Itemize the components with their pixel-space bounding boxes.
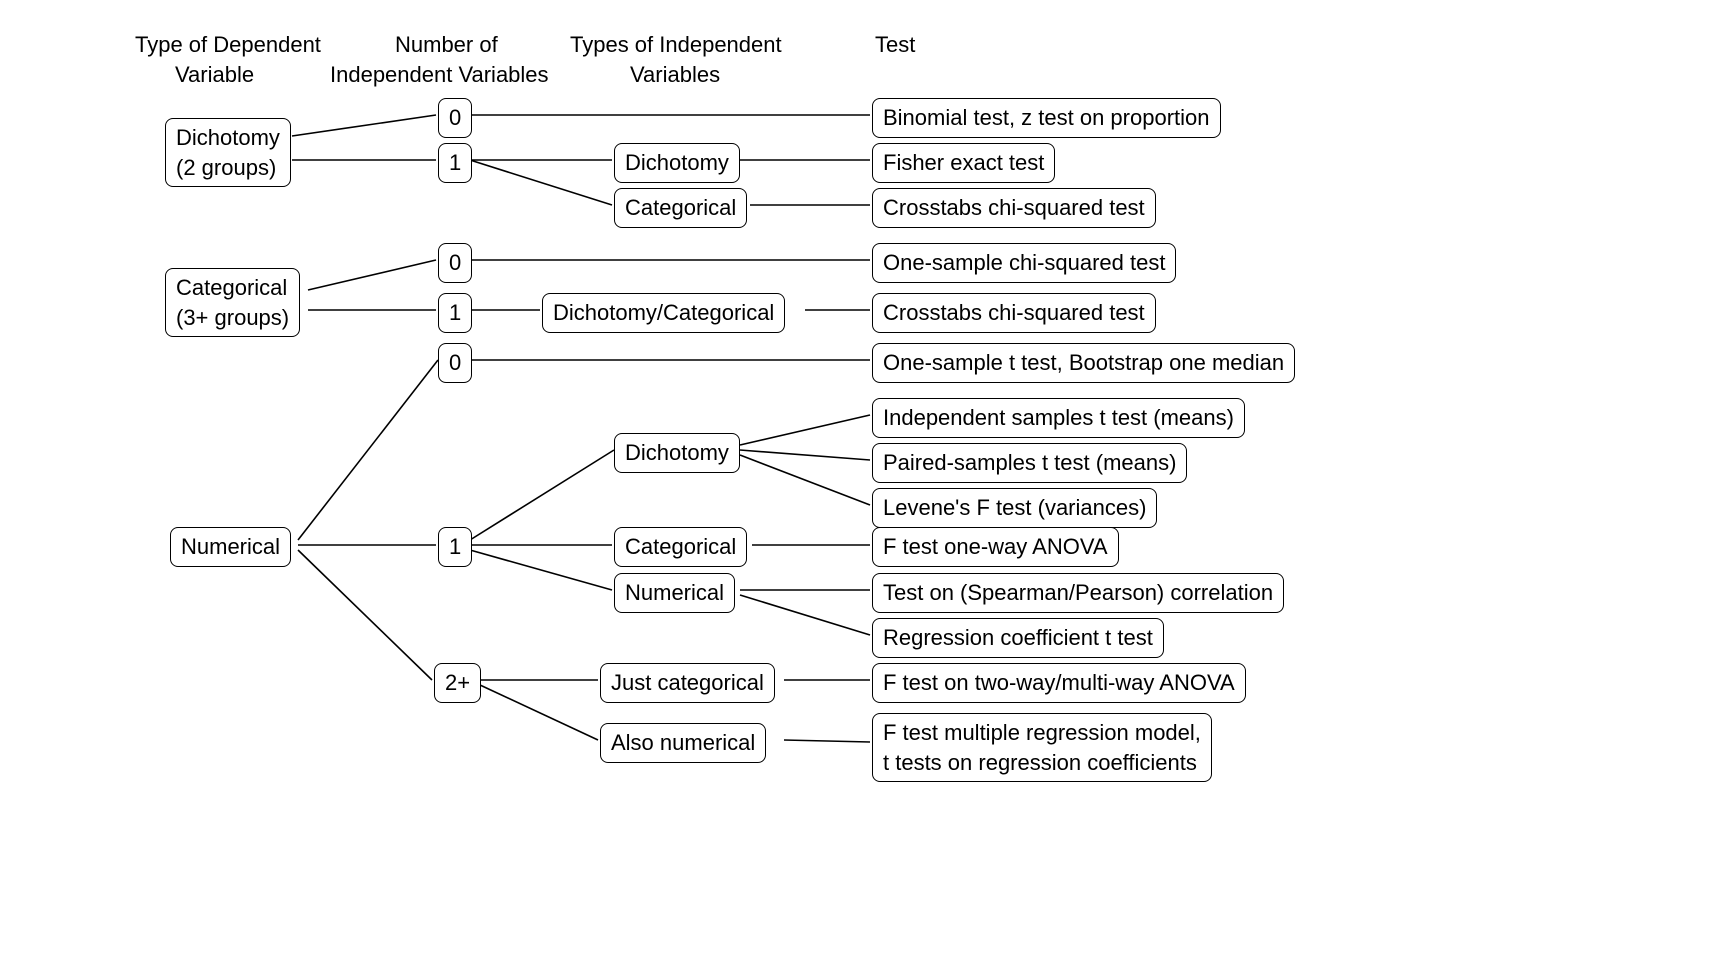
node-test-anova-multiway: F test on two-way/multi-way ANOVA xyxy=(872,663,1246,703)
node-count-0-dichotomy: 0 xyxy=(438,98,472,138)
node-test-binomial: Binomial test, z test on proportion xyxy=(872,98,1221,138)
node-test-fisher: Fisher exact test xyxy=(872,143,1055,183)
node-test-correlation: Test on (Spearman/Pearson) correlation xyxy=(872,573,1284,613)
node-dv-dichotomy-line2: (2 groups) xyxy=(176,155,276,180)
header-test: Test xyxy=(875,30,915,60)
node-iv-also-numerical: Also numerical xyxy=(600,723,766,763)
header-type-independent-line1: Types of Independent xyxy=(570,30,782,60)
node-test-crosstabs-2: Crosstabs chi-squared test xyxy=(872,293,1156,333)
node-iv-categorical-2: Categorical xyxy=(614,527,747,567)
node-dv-dichotomy-line1: Dichotomy xyxy=(176,125,280,150)
node-test-anova-oneway: F test one-way ANOVA xyxy=(872,527,1119,567)
node-test-one-sample-t: One-sample t test, Bootstrap one median xyxy=(872,343,1295,383)
node-count-2plus-numerical: 2+ xyxy=(434,663,481,703)
node-test-regression-coef: Regression coefficient t test xyxy=(872,618,1164,658)
header-type-independent-line2: Variables xyxy=(630,60,720,90)
header-num-independent-line2: Independent Variables xyxy=(330,60,549,90)
node-iv-dich-categorical: Dichotomy/Categorical xyxy=(542,293,785,333)
header-dependent-variable-line1: Type of Dependent xyxy=(135,30,321,60)
node-dv-categorical: Categorical (3+ groups) xyxy=(165,268,300,337)
header-num-independent-line1: Number of xyxy=(395,30,498,60)
diagram-stage: Type of Dependent Variable Number of Ind… xyxy=(0,0,1728,960)
node-test-paired-t: Paired-samples t test (means) xyxy=(872,443,1187,483)
node-iv-categorical-1: Categorical xyxy=(614,188,747,228)
node-count-0-categorical: 0 xyxy=(438,243,472,283)
node-dv-categorical-line2: (3+ groups) xyxy=(176,305,289,330)
node-test-levene: Levene's F test (variances) xyxy=(872,488,1157,528)
node-count-0-numerical: 0 xyxy=(438,343,472,383)
node-iv-dichotomy-1: Dichotomy xyxy=(614,143,740,183)
node-test-one-sample-chi: One-sample chi-squared test xyxy=(872,243,1176,283)
node-count-1-dichotomy: 1 xyxy=(438,143,472,183)
node-test-multiple-regression: F test multiple regression model, t test… xyxy=(872,713,1212,782)
header-dependent-variable-line2: Variable xyxy=(175,60,254,90)
node-count-1-categorical: 1 xyxy=(438,293,472,333)
node-iv-just-categorical: Just categorical xyxy=(600,663,775,703)
node-dv-dichotomy: Dichotomy (2 groups) xyxy=(165,118,291,187)
node-test-independent-t: Independent samples t test (means) xyxy=(872,398,1245,438)
node-count-1-numerical: 1 xyxy=(438,527,472,567)
node-dv-numerical: Numerical xyxy=(170,527,291,567)
node-test-multiple-regression-line1: F test multiple regression model, xyxy=(883,720,1201,745)
node-dv-categorical-line1: Categorical xyxy=(176,275,287,300)
node-test-crosstabs-1: Crosstabs chi-squared test xyxy=(872,188,1156,228)
node-test-multiple-regression-line2: t tests on regression coefficients xyxy=(883,750,1197,775)
node-iv-numerical: Numerical xyxy=(614,573,735,613)
node-iv-dichotomy-2: Dichotomy xyxy=(614,433,740,473)
